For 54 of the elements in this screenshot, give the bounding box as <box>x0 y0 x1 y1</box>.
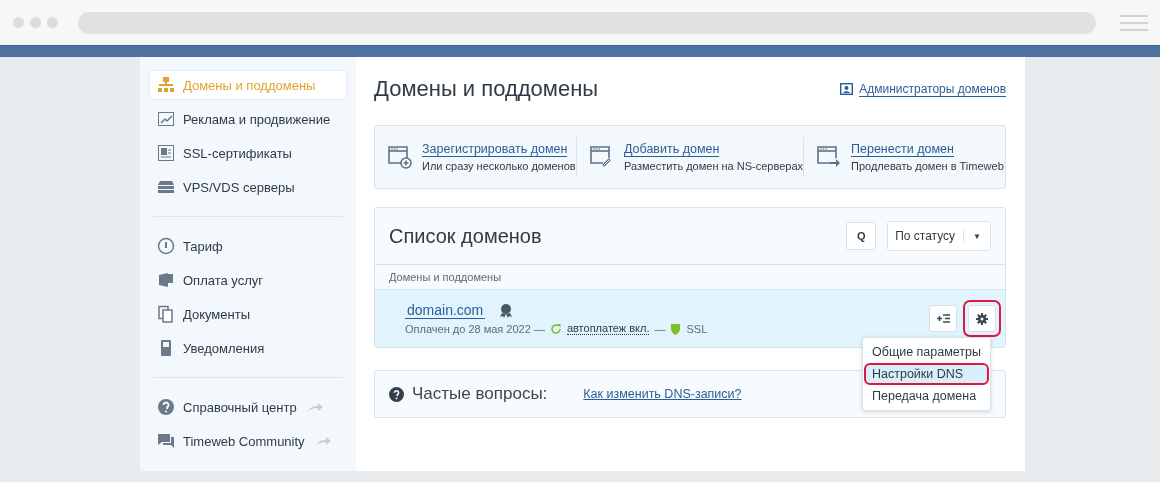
sidebar-item[interactable]: Уведомления <box>149 333 347 363</box>
window-arrow-icon <box>816 145 843 169</box>
menu-icon[interactable] <box>1120 14 1148 31</box>
window-dot[interactable] <box>47 17 58 28</box>
window-dot[interactable] <box>13 17 24 28</box>
status-dropdown[interactable]: По статусу ▼ <box>887 221 991 251</box>
help-icon <box>389 386 404 402</box>
menu-item[interactable]: Общие параметры <box>864 341 989 363</box>
settings-icon <box>976 312 988 325</box>
faq-link[interactable]: Как изменить DNS-записи? <box>583 387 742 401</box>
action-link[interactable]: Перенести домен <box>851 142 954 157</box>
admin-link[interactable]: Администраторы доменов <box>840 81 1006 97</box>
panel-title: Список доменов <box>389 224 543 248</box>
faq-label: Частые вопросы: <box>412 384 548 404</box>
window-plus-icon <box>387 145 413 169</box>
docs-icon <box>157 305 175 323</box>
sidebar-item[interactable]: Оплата услуг <box>149 265 347 295</box>
domain-link[interactable]: domain.com <box>405 302 486 319</box>
sidebar-item[interactable]: Реклама и продвижение <box>149 104 347 134</box>
sidebar-item[interactable]: Тариф <box>149 231 347 261</box>
list-add-icon <box>936 314 950 323</box>
page-title: Домены и поддомены <box>374 76 599 102</box>
chat-icon <box>157 432 175 450</box>
sidebar-item[interactable]: Timeweb Community <box>149 426 347 456</box>
help-icon <box>157 398 175 416</box>
sidebar-item[interactable]: VPS/VDS серверы <box>149 172 347 202</box>
action-description: Разместить домен на NS-серверах <box>624 160 804 172</box>
user-card-icon <box>840 83 854 95</box>
ssl-text: SSL <box>686 322 708 335</box>
chart-icon <box>157 110 175 128</box>
menu-item[interactable]: Настройки DNS <box>864 363 989 385</box>
sidebar-item[interactable]: Документы <box>149 299 347 329</box>
autopay-link[interactable]: автоплатеж вкл. <box>566 322 650 335</box>
action-description: Продлевать домен в Timeweb <box>851 160 1004 172</box>
server-icon <box>157 178 175 196</box>
cert-icon <box>157 144 175 162</box>
gauge-icon <box>157 237 175 255</box>
action-description: Или сразу несколько доменов <box>422 160 576 172</box>
arrow-icon <box>306 402 323 412</box>
badge-icon <box>499 303 514 318</box>
arrow-icon <box>314 436 331 446</box>
shield-icon <box>670 322 682 335</box>
search-button[interactable]: Q <box>846 222 877 250</box>
sidebar-item[interactable]: SSL-сертификаты <box>149 138 347 168</box>
menu-item[interactable]: Передача домена <box>864 385 989 407</box>
tree-icon <box>157 76 175 94</box>
paid-until-text: Оплачен до 28 мая 2022 — <box>405 322 545 335</box>
refresh-icon <box>549 322 562 335</box>
add-to-list-button[interactable] <box>929 305 957 332</box>
sidebar-item[interactable]: Справочный центр <box>149 392 347 422</box>
separator-text: — <box>654 322 666 335</box>
action-link[interactable]: Добавить домен <box>624 142 720 157</box>
action-link[interactable]: Зарегистрировать домен <box>422 142 568 157</box>
window-dot[interactable] <box>30 17 41 28</box>
